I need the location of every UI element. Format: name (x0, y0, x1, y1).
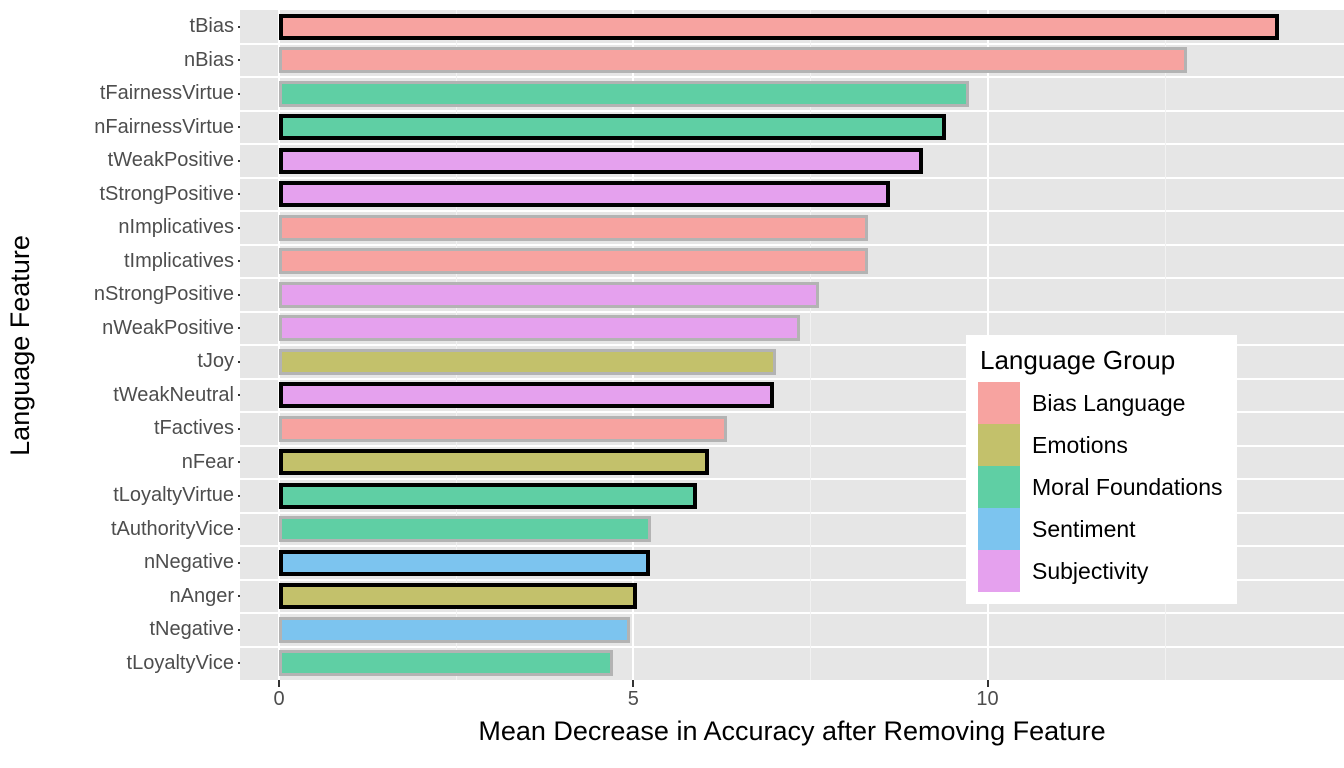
bar (279, 382, 775, 409)
bar (279, 248, 869, 275)
bar (279, 315, 801, 342)
bar (279, 549, 650, 576)
y-axis-tick-label: tStrongPositive (99, 182, 234, 205)
legend-item: Sentiment (978, 508, 1223, 550)
y-axis-tick-label: tLoyaltyVirtue (113, 484, 234, 506)
gridline-horizontal (240, 42, 1344, 45)
gridline-vertical-major (632, 10, 635, 680)
y-axis-tick-label: nBias (183, 48, 234, 71)
x-axis-tick-label: 10 (976, 688, 999, 710)
y-axis-tick-label: nImplicatives (118, 216, 234, 238)
y-axis-tick-label: nFairnessVirtue (94, 115, 234, 138)
bar (279, 47, 1188, 74)
bar (279, 415, 728, 442)
x-axis-tick-labels: 0 5 10 (240, 680, 1344, 720)
legend-item-label: Emotions (1032, 431, 1128, 458)
y-axis-tick-label: nWeakPositive (102, 316, 234, 339)
y-axis-title-text: Language Feature (4, 234, 35, 456)
legend-item: Emotions (978, 424, 1223, 466)
y-axis-tick-label: tFactives (153, 417, 234, 439)
y-axis-tick-label: nFear (181, 450, 234, 473)
gridline-horizontal (240, 645, 1344, 648)
bar (279, 281, 819, 308)
bar-chart: Language Feature tBias nBias tFairnessVirt… (0, 0, 1344, 768)
legend-items: Bias Language Emotions Moral Foundations Se… (978, 382, 1223, 592)
gridline-horizontal (240, 76, 1344, 78)
y-axis-tick-label: nNegative (143, 551, 234, 573)
x-axis-tick-label: 5 (627, 688, 639, 710)
y-axis-tick-label: tLoyaltyVice (126, 651, 234, 674)
x-axis-title: Mean Decrease in Accuracy after Removing… (478, 716, 1106, 746)
y-axis-tick-labels: tBias nBias tFairnessVirtue nFairnessVirtue… (38, 10, 244, 680)
y-axis-tick-label: tAuthorityVice (110, 517, 234, 540)
bar (279, 181, 890, 208)
legend-item-label: Subjectivity (1032, 557, 1149, 584)
legend-color-swatch (978, 466, 1020, 508)
bar (279, 449, 710, 476)
y-axis-tick-label: nStrongPositive (93, 283, 234, 305)
legend-item: Moral Foundations (978, 466, 1223, 508)
gridline-horizontal (240, 143, 1344, 145)
y-axis-tick-label: tImplicatives (123, 249, 234, 272)
x-axis-tick-mark (632, 680, 635, 687)
legend-title: Language Group (980, 345, 1176, 375)
y-axis-tick-label: tJoy (197, 350, 234, 372)
legend-color-swatch (978, 424, 1020, 466)
bar (279, 516, 651, 543)
y-axis-tick-label: tBias (189, 15, 234, 37)
gridline-horizontal (240, 243, 1344, 246)
gridline-vertical-major (278, 10, 280, 680)
bar (279, 348, 776, 375)
y-axis-tick-label: nAnger (169, 584, 235, 607)
legend-item-label: Bias Language (1032, 389, 1186, 416)
gridline-horizontal (240, 310, 1344, 313)
legend-item: Bias Language (978, 382, 1223, 424)
bar (279, 80, 970, 107)
bar (279, 482, 697, 509)
x-axis-tick-mark (278, 680, 280, 687)
bar (279, 114, 947, 141)
gridline-vertical-minor (456, 10, 458, 680)
bar (279, 147, 924, 174)
gridline-horizontal (240, 277, 1344, 279)
x-axis-tick-mark (986, 680, 989, 687)
legend: Language Group Bias Language Emotions Mora… (966, 335, 1237, 604)
bar (279, 214, 869, 241)
gridline-horizontal (240, 109, 1344, 112)
gridline-horizontal (240, 612, 1344, 614)
y-axis-tick-label: tFairnessVirtue (99, 82, 234, 104)
legend-color-swatch (978, 508, 1020, 550)
x-axis-tick-label: 0 (273, 688, 285, 710)
legend-item-label: Moral Foundations (1032, 473, 1223, 500)
bar (279, 13, 1280, 40)
legend-item: Subjectivity (978, 550, 1223, 592)
bar (279, 616, 631, 643)
bar (279, 650, 613, 677)
y-axis-title: Language Feature (0, 0, 40, 690)
gridline-horizontal (240, 210, 1344, 212)
legend-item-label: Sentiment (1032, 515, 1136, 542)
y-axis-tick-label: tNegative (149, 618, 235, 640)
y-axis-tick-label: tWeakPositive (107, 149, 234, 171)
y-axis-tick-label: tWeakNeutral (113, 383, 234, 406)
bar (279, 583, 637, 610)
gridline-vertical-minor (810, 10, 812, 680)
legend-color-swatch (978, 382, 1020, 424)
gridline-horizontal (240, 176, 1344, 179)
legend-color-swatch (978, 550, 1020, 592)
